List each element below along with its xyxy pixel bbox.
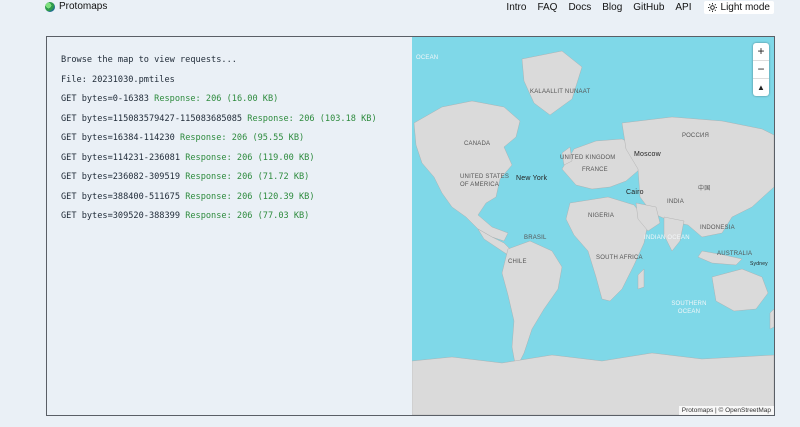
label-canada: CANADA xyxy=(464,141,491,147)
label-nigeria: NIGERIA xyxy=(588,213,615,219)
nav-blog[interactable]: Blog xyxy=(602,2,622,13)
label-moscow: Moscow xyxy=(634,151,661,158)
sun-icon xyxy=(707,3,717,12)
log-text: GET bytes=236082-309519 xyxy=(61,172,180,182)
zoom-in-button[interactable]: + xyxy=(753,43,769,61)
nav-intro[interactable]: Intro xyxy=(506,2,526,13)
label-brasil: BRASIL xyxy=(524,235,547,241)
log-text: GET bytes=115083579427-115083685085 xyxy=(61,113,243,124)
log-line: GET bytes=236082-309519 Response: 206 (7… xyxy=(61,172,412,192)
nav-faq[interactable]: FAQ xyxy=(537,2,557,13)
log-line: GET bytes=115083579427-115083685085 Resp… xyxy=(61,114,412,134)
brand[interactable]: Protomaps xyxy=(45,1,107,12)
light-mode-label: Light mode xyxy=(720,2,770,13)
log-line: Browse the map to view requests... xyxy=(61,55,412,75)
log-response: Response: 206 (119.00 KB) xyxy=(185,152,315,163)
zoom-out-button[interactable]: − xyxy=(753,61,769,79)
world-map[interactable]: OCEAN KALAALLIT NUNAAT CANADA UNITED STA… xyxy=(412,37,774,415)
log-response: Response: 206 (95.55 KB) xyxy=(180,133,305,143)
label-uk: UNITED KINGDOM xyxy=(560,155,616,161)
nav-docs[interactable]: Docs xyxy=(568,2,591,13)
log-line: GET bytes=114231-236081 Response: 206 (1… xyxy=(61,153,412,173)
log-text: File: 20231030.pmtiles xyxy=(61,74,175,85)
compass-icon[interactable]: ▲ xyxy=(753,79,769,96)
land-north-america xyxy=(413,100,521,242)
label-south-africa: SOUTH AFRICA xyxy=(596,255,643,261)
map-attribution[interactable]: Protomaps | © OpenStreetMap xyxy=(678,406,774,415)
label-southern-ocean: SOUTHERN OCEAN xyxy=(671,301,707,315)
nav-api[interactable]: API xyxy=(675,2,691,13)
label-ocean: OCEAN xyxy=(416,55,439,61)
viewer-frame: Browse the map to view requests... File:… xyxy=(46,36,775,416)
label-new-york: New York xyxy=(516,175,548,182)
log-response: Response: 206 (71.72 KB) xyxy=(185,172,310,182)
log-response: Response: 206 (16.00 KB) xyxy=(154,94,279,104)
land-australia xyxy=(711,268,769,312)
label-usa: UNITED STATES OF AMERICA xyxy=(460,174,510,188)
log-response: Response: 206 (77.03 KB) xyxy=(185,211,310,221)
log-text: GET bytes=114231-236081 xyxy=(61,152,180,163)
label-chile: CHILE xyxy=(508,259,527,265)
label-russia: РОССИЯ xyxy=(682,133,710,139)
nav-bar: Intro FAQ Docs Blog GitHub API Light mod… xyxy=(495,1,774,14)
label-sydney: Sydney xyxy=(750,261,768,267)
land-india xyxy=(663,216,685,252)
log-text: GET bytes=0-16383 xyxy=(61,94,149,104)
label-indonesia: INDONESIA xyxy=(700,225,735,231)
log-text: GET bytes=309520-388399 xyxy=(61,211,180,221)
label-china: 中国 xyxy=(698,186,711,192)
zoom-controls: + − ▲ xyxy=(753,43,769,96)
land-madagascar xyxy=(637,268,645,290)
land-greenland xyxy=(521,50,583,116)
nav-github[interactable]: GitHub xyxy=(633,2,664,13)
log-line: GET bytes=309520-388399 Response: 206 (7… xyxy=(61,211,412,231)
brand-name: Protomaps xyxy=(59,1,108,12)
land-new-zealand xyxy=(769,308,774,330)
label-france: FRANCE xyxy=(582,167,608,173)
top-bar: Protomaps Intro FAQ Docs Blog GitHub API… xyxy=(0,0,800,16)
log-text: GET bytes=16384-114230 xyxy=(61,133,175,143)
light-mode-button[interactable]: Light mode xyxy=(703,1,774,14)
label-australia: AUSTRALIA xyxy=(717,251,753,257)
log-line: GET bytes=0-16383 Response: 206 (16.00 K… xyxy=(61,94,412,114)
label-cairo: Cairo xyxy=(626,189,644,196)
log-text: Browse the map to view requests... xyxy=(61,55,237,65)
log-response: Response: 206 (120.39 KB) xyxy=(185,191,315,202)
log-text: GET bytes=388400-511675 xyxy=(61,191,180,202)
log-response: Response: 206 (103.18 KB) xyxy=(247,113,377,124)
label-indian-ocean: INDIAN OCEAN xyxy=(644,235,690,241)
log-line: GET bytes=16384-114230 Response: 206 (95… xyxy=(61,133,412,153)
globe-logo-icon xyxy=(45,1,55,12)
request-log: Browse the map to view requests... File:… xyxy=(47,37,412,415)
label-india: INDIA xyxy=(667,199,685,205)
label-kalaallit-nunaat: KALAALLIT NUNAAT xyxy=(530,89,591,95)
log-line: GET bytes=388400-511675 Response: 206 (1… xyxy=(61,192,412,212)
log-line: File: 20231030.pmtiles xyxy=(61,75,412,95)
